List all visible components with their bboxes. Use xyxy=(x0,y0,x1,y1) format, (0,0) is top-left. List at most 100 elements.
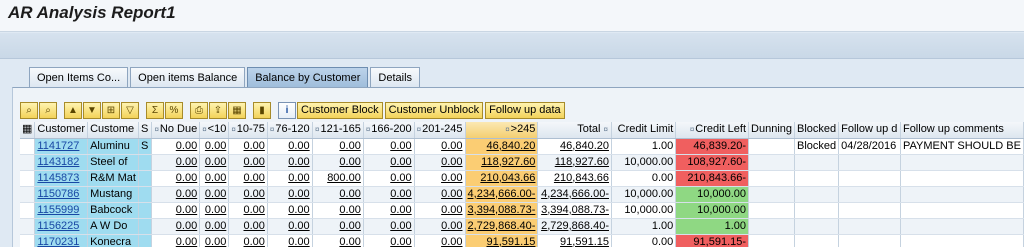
customer-link[interactable]: 1141727 xyxy=(34,138,89,155)
table-cell[interactable]: 0.00 xyxy=(151,218,201,235)
export-icon[interactable]: ⇪ xyxy=(209,101,227,119)
table-cell[interactable]: 0.00 xyxy=(228,218,268,235)
customer-link[interactable]: 1170231 xyxy=(34,234,89,247)
table-cell[interactable]: 0.00 xyxy=(228,186,268,203)
table-cell[interactable]: 0.00 xyxy=(267,186,313,203)
table-cell[interactable]: 800.00 xyxy=(312,170,364,187)
row-selector[interactable] xyxy=(20,218,36,235)
table-row[interactable]: 1141727 Aluminu S 0.00 0.00 0.00 0.00 0.00 0.00 0… xyxy=(20,138,1024,155)
table-cell[interactable]: 0.00 xyxy=(312,202,364,219)
table-cell[interactable]: 0.00 xyxy=(199,186,230,203)
table-cell[interactable]: 0.00 xyxy=(151,202,201,219)
column-header[interactable]: ¤166-200 xyxy=(363,122,415,139)
customer-unblock-button[interactable]: Customer Unblock xyxy=(384,101,484,119)
table-cell[interactable]: 0.00 xyxy=(151,170,201,187)
customer-link[interactable]: 1143182 xyxy=(34,154,89,171)
table-cell[interactable]: 0.00 xyxy=(414,202,466,219)
table-cell[interactable]: 0.00 xyxy=(199,154,230,171)
table-cell[interactable]: 0.00 xyxy=(151,186,201,203)
row-selector[interactable] xyxy=(20,202,36,219)
table-cell[interactable]: 0.00 xyxy=(151,138,201,155)
column-header[interactable]: Customer xyxy=(34,122,89,139)
table-cell[interactable]: 0.00 xyxy=(228,234,268,247)
find-next-icon[interactable]: ⌕ xyxy=(39,101,57,119)
table-cell[interactable]: 0.00 xyxy=(363,186,415,203)
table-cell[interactable]: 46,840.20 xyxy=(537,138,612,155)
column-header[interactable]: ¤<10 xyxy=(199,122,230,139)
table-cell[interactable]: 210,843.66 xyxy=(537,170,612,187)
subtotal-icon[interactable]: % xyxy=(165,101,183,119)
filter-icon[interactable]: ▽ xyxy=(121,101,139,119)
column-header[interactable]: Total ¤ xyxy=(537,122,612,139)
tab-balance-by-customer[interactable]: Balance by Customer xyxy=(247,67,369,87)
table-cell[interactable]: 0.00 xyxy=(312,154,364,171)
follow-up-data-button[interactable]: Follow up data xyxy=(485,101,565,119)
table-cell[interactable]: 118,927.60 xyxy=(537,154,612,171)
bar-chart-icon[interactable]: ▮ xyxy=(253,101,271,119)
table-cell[interactable]: 0.00 xyxy=(363,234,415,247)
table-cell[interactable]: 0.00 xyxy=(228,170,268,187)
column-header[interactable]: S xyxy=(138,122,153,139)
column-header[interactable]: ¤10-75 xyxy=(228,122,268,139)
table-cell[interactable]: 0.00 xyxy=(363,154,415,171)
column-header[interactable]: Follow up comments xyxy=(900,122,1024,139)
over-245-cell[interactable]: 2,729,868.40- xyxy=(465,218,539,235)
table-cell[interactable]: 0.00 xyxy=(199,218,230,235)
customer-link[interactable]: 1145873 xyxy=(34,170,89,187)
table-cell[interactable]: 0.00 xyxy=(363,170,415,187)
table-cell[interactable]: 0.00 xyxy=(267,170,313,187)
table-cell[interactable]: 0.00 xyxy=(414,234,466,247)
customer-block-button[interactable]: Customer Block xyxy=(297,101,383,119)
over-245-cell[interactable]: 4,234,666.00- xyxy=(465,186,539,203)
info-icon[interactable]: i xyxy=(278,101,296,119)
table-cell[interactable]: 0.00 xyxy=(414,154,466,171)
over-245-cell[interactable]: 91,591.15 xyxy=(465,234,539,247)
select-all-icon[interactable]: ▦ xyxy=(20,122,36,139)
print-icon[interactable]: ⎙ xyxy=(190,101,208,119)
table-cell[interactable]: 0.00 xyxy=(267,154,313,171)
column-header[interactable]: Blocked xyxy=(794,122,840,139)
customer-link[interactable]: 1150786 xyxy=(34,186,89,203)
table-cell[interactable]: 0.00 xyxy=(199,138,230,155)
over-245-cell[interactable]: 210,043.66 xyxy=(465,170,539,187)
row-selector[interactable] xyxy=(20,186,36,203)
table-cell[interactable]: 91,591.15 xyxy=(537,234,612,247)
column-header[interactable]: Credit Limit xyxy=(611,122,677,139)
column-header[interactable]: ¤Credit Left xyxy=(675,122,750,139)
table-cell[interactable]: 0.00 xyxy=(267,202,313,219)
over-245-cell[interactable]: 3,394,088.73- xyxy=(465,202,539,219)
table-row[interactable]: 1170231 Konecra 0.00 0.00 0.00 0.00 0.00 0.00 0.… xyxy=(20,234,1024,247)
over-245-cell[interactable]: 118,927.60 xyxy=(465,154,539,171)
row-selector[interactable] xyxy=(20,234,36,247)
sort-ascending-icon[interactable]: ▲ xyxy=(64,101,82,119)
table-cell[interactable]: 0.00 xyxy=(363,202,415,219)
column-header[interactable]: Follow up d xyxy=(838,122,901,139)
table-row[interactable]: 1150786 Mustang 0.00 0.00 0.00 0.00 0.00 0.00 0.… xyxy=(20,186,1024,203)
column-header[interactable]: ¤121-165 xyxy=(312,122,364,139)
table-cell[interactable]: 0.00 xyxy=(228,138,268,155)
table-row[interactable]: 1145873 R&M Mat 0.00 0.00 0.00 0.00 800.00 0.00… xyxy=(20,170,1024,187)
table-cell[interactable]: 0.00 xyxy=(267,218,313,235)
table-cell[interactable]: 0.00 xyxy=(312,234,364,247)
table-cell[interactable]: 0.00 xyxy=(267,234,313,247)
table-cell[interactable]: 0.00 xyxy=(414,170,466,187)
table-cell[interactable]: 0.00 xyxy=(312,218,364,235)
column-header[interactable]: ¤201-245 xyxy=(414,122,466,139)
table-cell[interactable]: 0.00 xyxy=(151,154,201,171)
tab-open-items-co[interactable]: Open Items Co... xyxy=(29,67,129,87)
tab-details[interactable]: Details xyxy=(370,67,421,87)
table-cell[interactable]: 0.00 xyxy=(414,218,466,235)
table-cell[interactable]: 0.00 xyxy=(199,202,230,219)
row-selector[interactable] xyxy=(20,138,36,155)
over-245-cell[interactable]: 46,840.20 xyxy=(465,138,539,155)
sum-icon[interactable]: Σ xyxy=(146,101,164,119)
table-cell[interactable]: 0.00 xyxy=(414,186,466,203)
row-selector[interactable] xyxy=(20,170,36,187)
table-cell[interactable]: 0.00 xyxy=(414,138,466,155)
sort-descending-icon[interactable]: ▼ xyxy=(83,101,101,119)
column-header[interactable]: ¤No Due xyxy=(151,122,201,139)
table-cell[interactable]: 0.00 xyxy=(267,138,313,155)
table-cell[interactable]: 0.00 xyxy=(312,186,364,203)
column-header[interactable]: ¤76-120 xyxy=(267,122,313,139)
table-cell[interactable]: 0.00 xyxy=(199,234,230,247)
